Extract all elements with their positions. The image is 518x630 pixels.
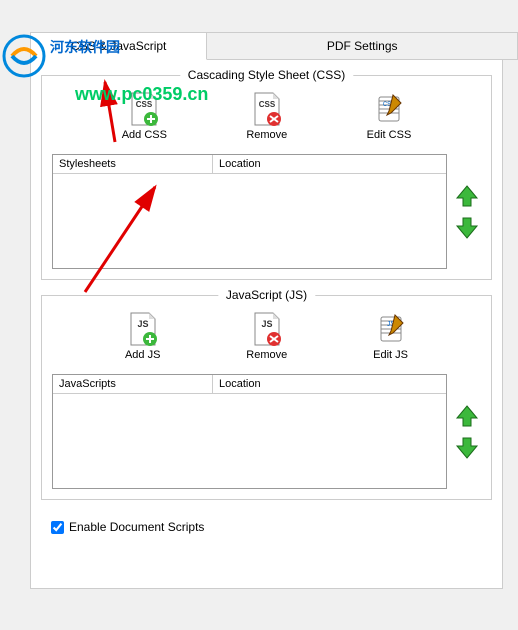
edit-js-icon: JS (375, 311, 407, 347)
js-col-javascripts[interactable]: JavaScripts (53, 375, 213, 393)
watermark-site-name: 河东软件园 (50, 37, 120, 57)
watermark-url: www.pc0359.cn (75, 84, 208, 105)
svg-text:CSS: CSS (259, 100, 276, 109)
js-arrow-buttons (453, 374, 481, 489)
js-list-table[interactable]: JavaScripts Location (52, 374, 447, 489)
remove-js-icon: JS (251, 311, 283, 347)
enable-scripts-checkbox[interactable] (51, 521, 64, 534)
edit-css-label: Edit CSS (367, 129, 412, 141)
remove-js-label: Remove (246, 349, 287, 361)
js-group-title: JavaScript (JS) (218, 288, 315, 302)
remove-css-button[interactable]: CSS Remove (246, 91, 287, 141)
watermark-logo (2, 34, 46, 81)
remove-js-button[interactable]: JS Remove (246, 311, 287, 361)
css-col-location[interactable]: Location (213, 155, 446, 173)
enable-scripts-row: Enable Document Scripts (41, 515, 492, 539)
add-js-button[interactable]: JS Add JS (125, 311, 160, 361)
remove-css-icon: CSS (251, 91, 283, 127)
css-move-down-button[interactable] (453, 214, 481, 242)
js-list-area: JavaScripts Location (52, 374, 481, 489)
css-group-title: Cascading Style Sheet (CSS) (180, 68, 353, 82)
css-move-up-button[interactable] (453, 182, 481, 210)
add-js-icon: JS (127, 311, 159, 347)
svg-text:JS: JS (261, 319, 272, 329)
css-groupbox: Cascading Style Sheet (CSS) CSS Add CSS … (41, 75, 492, 280)
js-move-down-button[interactable] (453, 434, 481, 462)
add-js-label: Add JS (125, 349, 160, 361)
edit-js-button[interactable]: JS Edit JS (373, 311, 408, 361)
css-col-stylesheets[interactable]: Stylesheets (53, 155, 213, 173)
remove-css-label: Remove (246, 129, 287, 141)
tab-content: Cascading Style Sheet (CSS) CSS Add CSS … (30, 59, 503, 589)
css-list-table[interactable]: Stylesheets Location (52, 154, 447, 269)
edit-css-button[interactable]: CSS Edit CSS (367, 91, 412, 141)
css-list-area: Stylesheets Location (52, 154, 481, 269)
js-groupbox: JavaScript (JS) JS Add JS JS (41, 295, 492, 500)
edit-css-icon: CSS (373, 91, 405, 127)
svg-text:JS: JS (137, 319, 148, 329)
tab-pdf-settings[interactable]: PDF Settings (206, 32, 518, 60)
edit-js-label: Edit JS (373, 349, 408, 361)
js-move-up-button[interactable] (453, 402, 481, 430)
enable-scripts-label[interactable]: Enable Document Scripts (69, 520, 204, 534)
js-col-location[interactable]: Location (213, 375, 446, 393)
js-toolbar: JS Add JS JS Remove (52, 306, 481, 366)
add-css-label: Add CSS (122, 129, 167, 141)
css-list-headers: Stylesheets Location (53, 155, 446, 174)
js-list-headers: JavaScripts Location (53, 375, 446, 394)
css-arrow-buttons (453, 154, 481, 269)
